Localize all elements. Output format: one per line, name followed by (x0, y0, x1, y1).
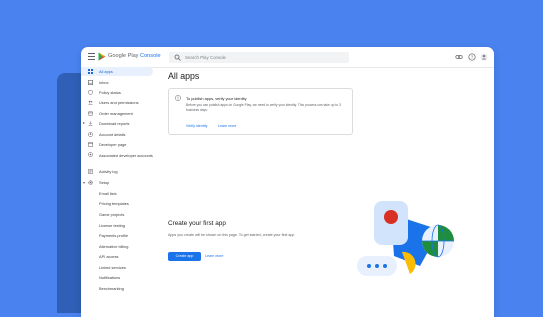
sidebar-item-label: Activity log (99, 168, 118, 174)
sidebar-item-label: Account details (99, 131, 126, 137)
log-icon (88, 169, 93, 174)
sidebar-item-setup[interactable]: Setup (81, 178, 153, 187)
sidebar-item-all-apps[interactable]: All apps (81, 67, 153, 76)
create-first-app-title: Create your first app (168, 220, 226, 227)
sidebar-item-label: License testing (99, 222, 125, 228)
shield-icon (88, 90, 93, 95)
sidebar-item-label: All apps (99, 68, 113, 74)
sidebar-item-label: Inbox (99, 79, 109, 85)
inbox-icon (88, 80, 93, 85)
expand-caret-icon[interactable] (83, 122, 85, 124)
brand-prefix: Google Play (108, 53, 141, 59)
sidebar-item-label: Developer page (99, 141, 127, 147)
credit-card-icon (88, 111, 93, 116)
create-first-app-description: Apps you create will be shown on this pa… (168, 233, 295, 237)
sidebar-item-label: Users and permissions (99, 99, 139, 105)
link-icon[interactable] (455, 53, 463, 61)
illustration-red-dot (384, 210, 398, 224)
create-learn-more-link[interactable]: Learn more (205, 254, 223, 258)
sidebar-item-policy-status[interactable]: Policy status (81, 88, 153, 97)
download-icon (88, 121, 93, 126)
create-app-illustration (357, 201, 454, 276)
sidebar: All apps Inbox Policy status Users and p… (81, 67, 157, 317)
verify-identity-card: To publish apps, verify your identity Be… (168, 88, 353, 135)
apps-grid-icon (88, 69, 93, 74)
sidebar-item-email-lists[interactable]: Email lists (81, 189, 153, 198)
notice-body: Before you can publish apps on Google Pl… (186, 103, 341, 112)
sidebar-item-label: Email lists (99, 190, 117, 196)
sidebar-item-developer-page[interactable]: Developer page (81, 140, 153, 149)
create-app-button[interactable]: Create app (168, 252, 201, 261)
notice-learn-more-link[interactable]: Learn more (218, 124, 236, 128)
avatar-icon[interactable] (480, 53, 488, 61)
sidebar-item-api-access[interactable]: API access (81, 252, 153, 261)
sidebar-item-label: Policy status (99, 89, 121, 95)
sidebar-item-order-management[interactable]: Order management (81, 109, 153, 118)
sidebar-item-inbox[interactable]: Inbox (81, 78, 153, 87)
sidebar-item-label: Game projects (99, 211, 125, 217)
sidebar-item-linked-services[interactable]: Linked services (81, 263, 153, 272)
sidebar-item-pricing-templates[interactable]: Pricing templates (81, 199, 153, 208)
search-bar[interactable]: Search Play Console (169, 52, 349, 63)
top-bar: Google Play Console Search Play Console … (81, 47, 494, 68)
sidebar-item-alternative-billing[interactable]: Alternative billing (81, 242, 153, 251)
brand-accent: Console (140, 53, 161, 59)
page-title: All apps (168, 71, 200, 81)
warning-shield-icon (175, 95, 181, 101)
sidebar-item-label: Alternative billing (99, 243, 129, 249)
sidebar-item-account-details[interactable]: Account details (81, 130, 153, 139)
sidebar-item-label: API access (99, 253, 119, 259)
verify-identity-link[interactable]: Verify identity (186, 124, 207, 128)
gear-icon (88, 180, 93, 185)
sidebar-item-notifications[interactable]: Notifications (81, 273, 153, 282)
menu-icon[interactable] (88, 53, 95, 60)
people-icon (88, 100, 93, 105)
sidebar-item-download-reports[interactable]: Download reports (81, 119, 153, 128)
help-icon[interactable]: ? (468, 53, 476, 61)
sidebar-item-label: Benchmarking (99, 285, 124, 291)
sidebar-item-benchmarking[interactable]: Benchmarking (81, 284, 153, 293)
link-accounts-icon (88, 152, 93, 157)
sidebar-item-label: Setup (99, 179, 110, 185)
play-logo-icon (98, 52, 106, 61)
notice-title: To publish apps, verify your identity (186, 95, 247, 101)
sidebar-item-label: Payments profile (99, 232, 128, 238)
brand-title[interactable]: Google Play Console (108, 53, 161, 59)
sidebar-item-game-projects[interactable]: Game projects (81, 210, 153, 219)
sidebar-item-license-testing[interactable]: License testing (81, 221, 153, 230)
sidebar-item-label: Notifications (99, 274, 121, 280)
web-page-icon (88, 142, 93, 147)
sidebar-item-activity-log[interactable]: Activity log (81, 167, 153, 176)
sidebar-item-payments-profile[interactable]: Payments profile (81, 231, 153, 240)
search-icon (174, 54, 181, 61)
sidebar-item-label: Associated developer accounts (99, 152, 153, 158)
sidebar-item-users-permissions[interactable]: Users and permissions (81, 98, 153, 107)
collapse-caret-icon[interactable] (82, 181, 85, 184)
svg-text:?: ? (471, 55, 474, 60)
account-icon (88, 132, 93, 137)
sidebar-item-label: Download reports (99, 120, 130, 126)
sidebar-item-associated-accounts[interactable]: Associated developer accounts (81, 150, 153, 166)
search-input[interactable]: Search Play Console (185, 55, 226, 60)
sidebar-item-label: Linked services (99, 264, 126, 270)
sidebar-item-label: Order management (99, 110, 133, 116)
sidebar-item-label: Pricing templates (99, 200, 129, 206)
illustration-globe-segment (438, 225, 454, 241)
